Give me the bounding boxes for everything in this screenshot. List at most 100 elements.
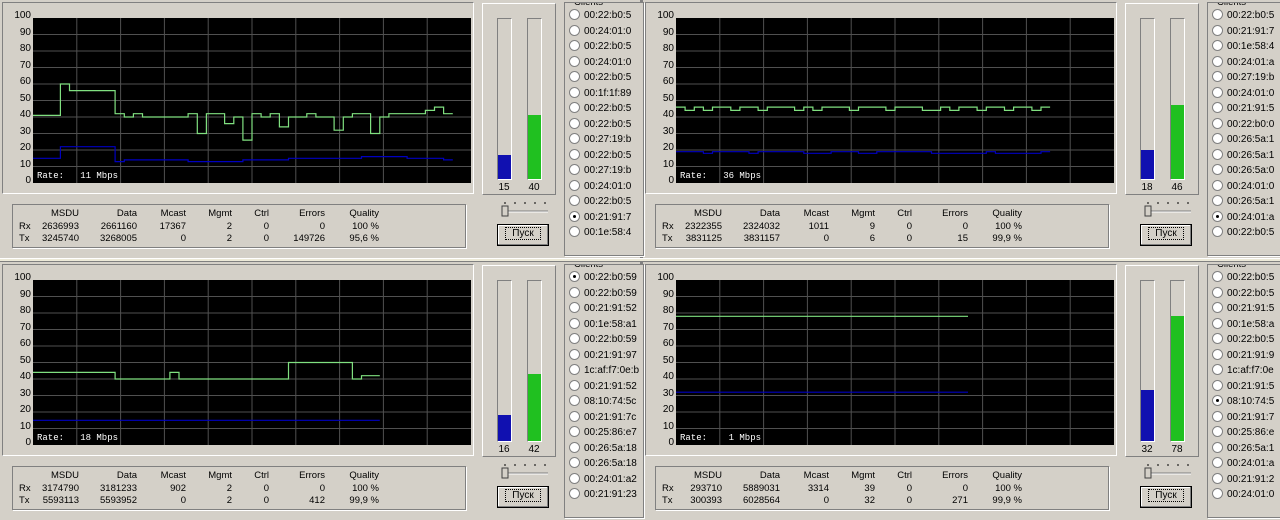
client-radio-item[interactable]: 00:1e:58:a bbox=[1212, 317, 1274, 332]
rate-slider[interactable] bbox=[500, 198, 550, 218]
client-radio-item[interactable]: 00:21:91:7 bbox=[1212, 24, 1274, 39]
radio-button-icon[interactable] bbox=[569, 333, 580, 344]
client-radio-item[interactable]: 00:24:01:a bbox=[1212, 55, 1274, 70]
client-radio-item[interactable]: 00:24:01:0 bbox=[569, 24, 631, 39]
client-radio-item[interactable]: 00:24:01:a bbox=[1212, 210, 1274, 225]
radio-button-icon[interactable] bbox=[569, 195, 580, 206]
start-button[interactable]: Пуск bbox=[1140, 224, 1192, 246]
client-radio-item[interactable]: 00:21:91:5 bbox=[1212, 379, 1274, 394]
client-radio-item[interactable]: 00:27:19:b bbox=[569, 133, 631, 147]
client-radio-item[interactable]: 00:22:b0:5 bbox=[1212, 333, 1274, 347]
client-radio-item[interactable]: 00:22:b0:5 bbox=[569, 40, 631, 54]
client-radio-item[interactable]: 00:22:b0:5 bbox=[569, 148, 631, 163]
client-radio-item[interactable]: 00:21:91:97 bbox=[569, 348, 637, 363]
radio-button-icon[interactable] bbox=[569, 9, 580, 20]
client-radio-item[interactable]: 00:21:91:5 bbox=[1212, 302, 1274, 316]
client-radio-item[interactable]: 00:22:b0:59 bbox=[569, 333, 637, 347]
client-radio-item[interactable]: 00:22:b0:5 bbox=[569, 117, 631, 132]
radio-button-icon[interactable] bbox=[569, 410, 580, 422]
client-radio-item[interactable]: 00:24:01:a2 bbox=[569, 472, 637, 487]
radio-button-icon[interactable] bbox=[569, 472, 580, 484]
radio-button-icon[interactable] bbox=[569, 317, 580, 329]
client-radio-item[interactable]: 00:22:b0:5 bbox=[1212, 286, 1274, 301]
radio-button-icon[interactable] bbox=[569, 302, 580, 313]
radio-button-icon[interactable] bbox=[569, 40, 580, 51]
client-radio-item[interactable]: 00:26:5a:18 bbox=[569, 457, 637, 471]
client-radio-item[interactable]: 00:24:01:0 bbox=[569, 179, 631, 194]
client-radio-item[interactable]: 00:1f:1f:89 bbox=[569, 86, 631, 101]
radio-button-icon[interactable] bbox=[1212, 302, 1223, 313]
radio-button-icon[interactable] bbox=[569, 488, 580, 499]
client-radio-item[interactable]: 00:22:b0:5 bbox=[569, 195, 631, 209]
client-radio-item[interactable]: 1c:af:f7:0e:b bbox=[569, 364, 639, 378]
radio-button-icon[interactable] bbox=[1212, 395, 1223, 406]
radio-button-icon[interactable] bbox=[1212, 164, 1223, 175]
radio-button-icon[interactable] bbox=[1212, 55, 1223, 67]
radio-button-icon[interactable] bbox=[569, 179, 580, 191]
client-radio-item[interactable]: 00:27:19:b bbox=[569, 164, 631, 178]
radio-button-icon[interactable] bbox=[569, 71, 580, 82]
slider-track-icon[interactable] bbox=[500, 198, 550, 218]
client-radio-item[interactable]: 00:22:b0:59 bbox=[569, 271, 637, 285]
radio-button-icon[interactable] bbox=[569, 364, 580, 375]
client-radio-item[interactable]: 00:27:19:b bbox=[1212, 71, 1274, 85]
client-radio-item[interactable]: 00:21:91:23 bbox=[569, 488, 637, 502]
slider-track-icon[interactable] bbox=[500, 460, 550, 480]
radio-button-icon[interactable] bbox=[1212, 195, 1223, 206]
slider-track-icon[interactable] bbox=[1143, 460, 1193, 480]
client-radio-item[interactable]: 08:10:74:5c bbox=[569, 395, 636, 409]
client-radio-item[interactable]: 00:24:01:0 bbox=[1212, 488, 1274, 502]
client-radio-item[interactable]: 00:22:b0:5 bbox=[569, 71, 631, 85]
radio-button-icon[interactable] bbox=[569, 133, 580, 144]
client-radio-item[interactable]: 00:21:91:9 bbox=[1212, 348, 1274, 363]
rate-slider[interactable] bbox=[1143, 460, 1193, 480]
radio-button-icon[interactable] bbox=[569, 148, 580, 160]
radio-button-icon[interactable] bbox=[1212, 133, 1223, 144]
radio-button-icon[interactable] bbox=[1212, 210, 1223, 222]
radio-button-icon[interactable] bbox=[569, 102, 580, 113]
radio-button-icon[interactable] bbox=[1212, 271, 1223, 282]
radio-button-icon[interactable] bbox=[1212, 9, 1223, 20]
radio-button-icon[interactable] bbox=[1212, 102, 1223, 113]
radio-button-icon[interactable] bbox=[1212, 86, 1223, 98]
client-radio-item[interactable]: 00:24:01:0 bbox=[1212, 179, 1274, 194]
client-radio-item[interactable]: 00:1e:58:a1 bbox=[569, 317, 637, 332]
radio-button-icon[interactable] bbox=[1212, 364, 1223, 375]
client-radio-item[interactable]: 00:21:91:52 bbox=[569, 302, 637, 316]
client-radio-item[interactable]: 00:22:b0:5 bbox=[1212, 271, 1274, 285]
client-radio-item[interactable]: 00:22:b0:59 bbox=[569, 286, 637, 301]
client-radio-item[interactable]: 00:24:01:0 bbox=[1212, 86, 1274, 101]
start-button[interactable]: Пуск bbox=[497, 486, 549, 508]
radio-button-icon[interactable] bbox=[569, 164, 580, 175]
client-radio-item[interactable]: 00:26:5a:0 bbox=[1212, 164, 1274, 178]
client-radio-item[interactable]: 00:21:91:7 bbox=[569, 210, 631, 225]
client-radio-item[interactable]: 00:26:5a:1 bbox=[1212, 133, 1274, 147]
radio-button-icon[interactable] bbox=[569, 286, 580, 298]
radio-button-icon[interactable] bbox=[1212, 426, 1223, 437]
client-radio-item[interactable]: 08:10:74:5 bbox=[1212, 395, 1274, 409]
radio-button-icon[interactable] bbox=[569, 441, 580, 453]
client-radio-item[interactable]: 1c:af:f7:0e bbox=[1212, 364, 1274, 378]
start-button[interactable]: Пуск bbox=[1140, 486, 1192, 508]
client-radio-item[interactable]: 00:21:91:7 bbox=[1212, 410, 1274, 425]
radio-button-icon[interactable] bbox=[569, 210, 580, 222]
client-radio-item[interactable]: 00:26:5a:1 bbox=[1212, 195, 1274, 209]
radio-button-icon[interactable] bbox=[1212, 488, 1223, 499]
slider-track-icon[interactable] bbox=[1143, 198, 1193, 218]
client-radio-item[interactable]: 00:22:b0:5 bbox=[569, 102, 631, 116]
radio-button-icon[interactable] bbox=[569, 379, 580, 391]
client-radio-item[interactable]: 00:24:01:a bbox=[1212, 457, 1274, 471]
radio-button-icon[interactable] bbox=[1212, 441, 1223, 453]
radio-button-icon[interactable] bbox=[1212, 410, 1223, 422]
client-radio-item[interactable]: 00:22:b0:5 bbox=[569, 9, 631, 23]
rate-slider[interactable] bbox=[500, 460, 550, 480]
client-radio-item[interactable]: 00:25:86:e7 bbox=[569, 426, 637, 440]
client-radio-item[interactable]: 00:21:91:5 bbox=[1212, 102, 1274, 116]
client-radio-item[interactable]: 00:26:5a:1 bbox=[1212, 441, 1274, 456]
client-radio-item[interactable]: 00:22:b0:5 bbox=[1212, 9, 1274, 23]
radio-button-icon[interactable] bbox=[1212, 379, 1223, 391]
radio-button-icon[interactable] bbox=[1212, 348, 1223, 360]
radio-button-icon[interactable] bbox=[1212, 286, 1223, 298]
client-radio-item[interactable]: 00:22:b0:0 bbox=[1212, 117, 1274, 132]
radio-button-icon[interactable] bbox=[569, 348, 580, 360]
